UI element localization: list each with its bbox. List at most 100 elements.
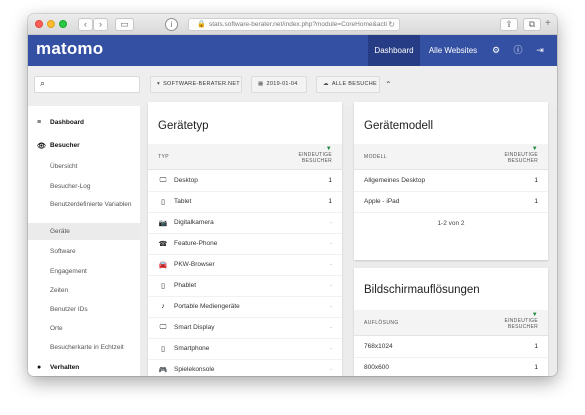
row-value: - bbox=[329, 219, 332, 226]
forward-button[interactable]: › bbox=[93, 18, 108, 31]
table-row[interactable]: 🎮 Spielekonsole - bbox=[148, 360, 342, 376]
row-value: 1 bbox=[328, 198, 332, 205]
row-value: - bbox=[329, 261, 332, 268]
menu-item-user-ids[interactable]: Benutzer IDs bbox=[28, 306, 140, 313]
row-value: 1 bbox=[534, 343, 538, 350]
table-row[interactable]: 800x600 1 bbox=[354, 358, 548, 376]
menu-item-visitor-log[interactable]: Besucher-Log bbox=[28, 183, 140, 190]
menu-section-behavior[interactable]: ● Verhalten bbox=[28, 364, 140, 371]
address-bar[interactable]: 🔒 stats.software-berater.net/index.php?m… bbox=[188, 18, 400, 31]
row-value: - bbox=[329, 282, 332, 289]
device-model-table-header: MODELL ▼ EINDEUTIGE BESUCHER bbox=[354, 144, 548, 170]
site-selector[interactable]: ▾ SOFTWARE-BERATER.NET bbox=[150, 76, 242, 93]
device-model-title: Gerätemodell bbox=[364, 120, 434, 132]
screen-resolution-table-header: AUFLÖSUNG ▼ EINDEUTIGE BESUCHER bbox=[354, 310, 548, 336]
menu-item-locations[interactable]: Orte bbox=[28, 325, 140, 332]
col-unique-visitors[interactable]: ▼ EINDEUTIGE BESUCHER bbox=[504, 312, 538, 330]
nav-dashboard[interactable]: Dashboard bbox=[368, 35, 420, 66]
visitors-icon: 👁 bbox=[37, 143, 46, 150]
menu-item-realtime-map[interactable]: Besucherkarte in Echtzeit bbox=[28, 344, 140, 351]
gear-icon[interactable]: ⚙ bbox=[488, 35, 504, 66]
row-value: - bbox=[329, 324, 332, 331]
nav-all-websites[interactable]: Alle Websites bbox=[420, 35, 486, 66]
menu-item-times[interactable]: Zeiten bbox=[28, 287, 140, 294]
close-window-button[interactable] bbox=[35, 20, 43, 28]
col-model[interactable]: MODELL bbox=[364, 154, 387, 160]
phablet-icon: ▯ bbox=[161, 283, 165, 290]
monitor-icon: 🖵 bbox=[159, 324, 167, 331]
back-button[interactable]: ‹ bbox=[78, 18, 93, 31]
pagination-info: 1-2 von 2 bbox=[437, 220, 465, 227]
row-value: 1 bbox=[534, 177, 538, 184]
screen-resolution-card: Bildschirmauflösungen AUFLÖSUNG ▼ EINDEU… bbox=[354, 268, 548, 376]
car-icon: 🚘 bbox=[158, 262, 168, 269]
new-tab-icon[interactable]: + bbox=[545, 18, 551, 29]
sidebar-toggle-icon[interactable]: ▭ bbox=[115, 18, 134, 31]
search-input[interactable] bbox=[53, 79, 137, 91]
row-label: Allgemeines Desktop bbox=[364, 177, 426, 184]
table-row[interactable]: ▯ Smartphone - bbox=[148, 339, 342, 360]
row-value: - bbox=[329, 303, 332, 310]
left-menu: ≡ Dashboard 👁 Besucher Übersicht Besuche… bbox=[28, 106, 140, 376]
zoom-window-button[interactable] bbox=[59, 20, 67, 28]
menu-item-custom-variables[interactable]: Benutzerdefinierte Variablen bbox=[28, 201, 140, 209]
browser-toolbar: ‹ › ▭ i 🔒 stats.software-berater.net/ind… bbox=[28, 14, 557, 35]
info-icon[interactable]: ⓘ bbox=[510, 35, 526, 66]
table-row[interactable]: ▯ Tablet 1 bbox=[148, 192, 342, 213]
row-label: 800x600 bbox=[364, 364, 389, 371]
gamepad-icon: 🎮 bbox=[158, 367, 168, 374]
menu-item-software[interactable]: Software bbox=[28, 248, 140, 255]
logout-icon[interactable]: ⇥ bbox=[532, 35, 548, 66]
row-label: Desktop bbox=[174, 177, 198, 184]
menu-section-visitors[interactable]: 👁 Besucher bbox=[28, 142, 140, 150]
date-selector[interactable]: ▦ 2019-01-04 bbox=[251, 76, 307, 93]
site-info-icon[interactable]: i bbox=[165, 18, 178, 31]
menu-dashboard-label: Dashboard bbox=[50, 119, 84, 126]
table-row[interactable]: 🖵 Smart Display - bbox=[148, 318, 342, 339]
device-type-table-header: TYP ▼ EINDEUTIGE BESUCHER bbox=[148, 144, 342, 170]
browser-window: ‹ › ▭ i 🔒 stats.software-berater.net/ind… bbox=[28, 14, 557, 376]
lock-icon: 🔒 bbox=[197, 21, 206, 28]
dashboard-icon: ≡ bbox=[37, 119, 42, 126]
matomo-logo[interactable]: matomo bbox=[36, 39, 103, 59]
col-resolution[interactable]: AUFLÖSUNG bbox=[364, 320, 399, 326]
menu-search[interactable]: ⌕ bbox=[34, 76, 140, 93]
col-type[interactable]: TYP bbox=[158, 154, 169, 160]
table-row[interactable]: ☎ Feature-Phone - bbox=[148, 234, 342, 255]
top-controls: ⌕ ▾ SOFTWARE-BERATER.NET ▦ 2019-01-04 ☁ ALL… bbox=[28, 66, 557, 106]
collapse-chevron-icon[interactable]: ⌃ bbox=[385, 76, 392, 93]
menu-dashboard[interactable]: ≡ Dashboard bbox=[28, 119, 140, 126]
menu-visitors-label: Besucher bbox=[50, 142, 80, 149]
row-label: 768x1024 bbox=[364, 343, 393, 350]
table-row[interactable]: ▯ Phablet - bbox=[148, 276, 342, 297]
table-row[interactable]: 📷 Digitalkamera - bbox=[148, 213, 342, 234]
row-value: - bbox=[329, 345, 332, 352]
screen-resolution-title: Bildschirmauflösungen bbox=[364, 284, 480, 296]
date-selector-label: 2019-01-04 bbox=[266, 81, 298, 87]
table-row[interactable]: 🚘 PKW-Browser - bbox=[148, 255, 342, 276]
tabs-overview-icon[interactable]: ⧉ bbox=[523, 18, 541, 31]
table-row[interactable]: Apple - iPad 1 bbox=[354, 192, 548, 213]
menu-item-devices[interactable]: Geräte bbox=[28, 223, 140, 240]
segment-selector[interactable]: ☁ ALLE BESUCHE bbox=[316, 76, 380, 93]
row-value: - bbox=[329, 240, 332, 247]
row-value: 1 bbox=[328, 177, 332, 184]
minimize-window-button[interactable] bbox=[47, 20, 55, 28]
table-row[interactable]: 🖵 Desktop 1 bbox=[148, 171, 342, 192]
music-note-icon: ♪ bbox=[161, 303, 165, 310]
menu-item-engagement[interactable]: Engagement bbox=[28, 268, 140, 275]
col-unique-visitors[interactable]: ▼ EINDEUTIGE BESUCHER bbox=[298, 146, 332, 164]
reload-icon[interactable]: ↻ bbox=[388, 19, 395, 30]
calendar-icon: ▦ bbox=[258, 81, 264, 87]
table-row[interactable]: Allgemeines Desktop 1 bbox=[354, 171, 548, 192]
menu-item-overview[interactable]: Übersicht bbox=[28, 163, 140, 170]
col-unique-visitors[interactable]: ▼ EINDEUTIGE BESUCHER bbox=[504, 146, 538, 164]
device-type-title: Gerätetyp bbox=[158, 120, 209, 132]
table-row[interactable]: 768x1024 1 bbox=[354, 337, 548, 358]
row-value: 1 bbox=[534, 198, 538, 205]
share-icon[interactable]: ⇪ bbox=[500, 18, 518, 31]
row-label: Apple - iPad bbox=[364, 198, 400, 205]
table-row[interactable]: ♪ Portable Mediengeräte - bbox=[148, 297, 342, 318]
row-label: Spielekonsole bbox=[174, 366, 215, 373]
row-label: Digitalkamera bbox=[174, 219, 214, 226]
